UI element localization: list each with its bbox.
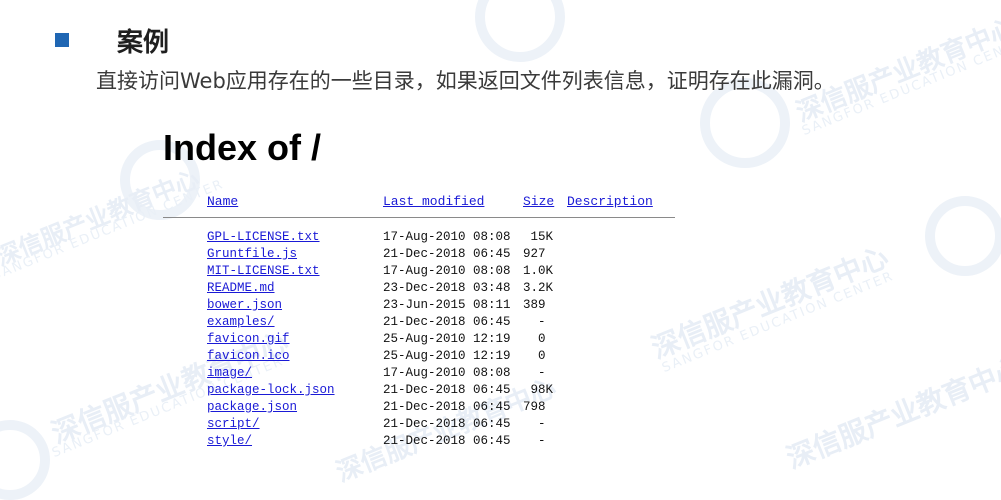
file-modified: 21-Dec-2018 06:45: [383, 434, 511, 448]
file-modified: 21-Dec-2018 06:45: [383, 383, 511, 397]
file-modified: 17-Aug-2010 08:08: [383, 366, 511, 380]
index-title: Index of /: [163, 127, 322, 168]
watermark-logo: [0, 420, 50, 500]
file-link[interactable]: favicon.gif: [207, 331, 290, 348]
file-size: 927: [523, 247, 546, 261]
directory-listing: Index of / Name Last modified Size Descr…: [163, 127, 683, 448]
file-link[interactable]: bower.json: [207, 297, 282, 314]
file-modified: 21-Dec-2018 06:45: [383, 417, 511, 431]
file-size: 98K: [523, 383, 554, 397]
file-link[interactable]: image/: [207, 365, 252, 382]
file-link[interactable]: package.json: [207, 399, 297, 416]
column-size-link[interactable]: Size: [523, 194, 554, 209]
section-bullet: [55, 33, 69, 47]
file-size: 15K: [523, 230, 554, 244]
file-link[interactable]: GPL-LICENSE.txt: [207, 229, 320, 246]
file-link[interactable]: Gruntfile.js: [207, 246, 297, 263]
file-size: 798: [523, 400, 546, 414]
column-description-link[interactable]: Description: [567, 194, 653, 209]
file-size: 0: [523, 332, 546, 346]
file-link[interactable]: style/: [207, 433, 252, 450]
watermark-subtext: SANGFOR EDUCATION CENTER: [0, 176, 227, 284]
file-link[interactable]: examples/: [207, 314, 275, 331]
watermark-logo: [475, 0, 565, 62]
file-modified: 25-Aug-2010 12:19: [383, 349, 511, 363]
file-modified: 17-Aug-2010 08:08: [383, 264, 511, 278]
file-link[interactable]: package-lock.json: [207, 382, 335, 399]
column-last-modified-link[interactable]: Last modified: [383, 194, 484, 209]
file-modified: 17-Aug-2010 08:08: [383, 230, 511, 244]
file-modified: 21-Dec-2018 06:45: [383, 400, 511, 414]
file-link[interactable]: favicon.ico: [207, 348, 290, 365]
header-divider: [163, 217, 675, 218]
file-modified: 25-Aug-2010 12:19: [383, 332, 511, 346]
file-link[interactable]: script/: [207, 416, 260, 433]
file-size: -: [523, 417, 546, 431]
watermark-logo: [925, 196, 1001, 276]
file-size: 3.2K: [523, 281, 554, 295]
watermark-text: 深信服产业教育中心: [0, 164, 204, 272]
watermark-text: 深信服产业教育中心: [781, 350, 1001, 476]
file-modified: 21-Dec-2018 06:45: [383, 247, 511, 261]
file-link[interactable]: MIT-LICENSE.txt: [207, 263, 320, 280]
file-size: -: [523, 434, 546, 448]
file-modified: 23-Jun-2015 08:11: [383, 298, 511, 312]
file-size: 1.0K: [523, 264, 554, 278]
section-title: 案例: [117, 28, 170, 58]
file-link[interactable]: README.md: [207, 280, 275, 297]
file-modified: 21-Dec-2018 06:45: [383, 315, 511, 329]
file-modified: 23-Dec-2018 03:48: [383, 281, 511, 295]
column-name-link[interactable]: Name: [207, 194, 238, 209]
file-size: 0: [523, 349, 546, 363]
file-size: -: [523, 315, 546, 329]
watermark-subtext: SANGFOR EDUCATION CENTER: [660, 268, 897, 376]
watermark-text: 深信服产业教育中心: [646, 240, 893, 366]
section-description: 直接访问Web应用存在的一些目录，如果返回文件列表信息，证明存在此漏洞。: [96, 69, 835, 93]
file-size: -: [523, 366, 546, 380]
file-size: 389: [523, 298, 546, 312]
